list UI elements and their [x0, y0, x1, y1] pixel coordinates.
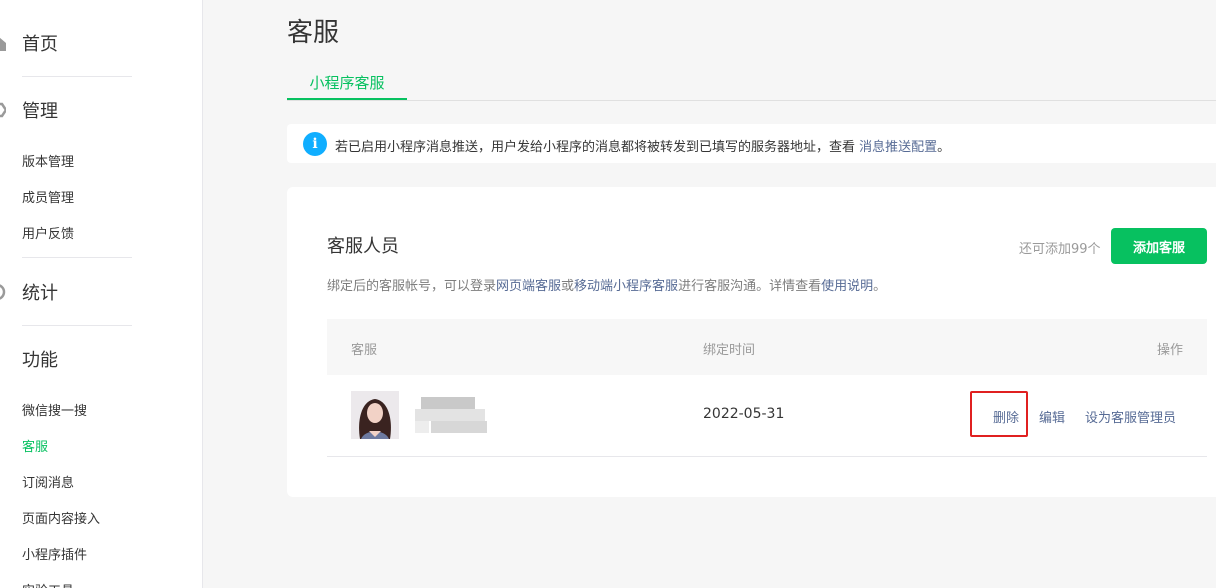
home-icon — [0, 37, 6, 51]
manage-icon — [0, 102, 6, 118]
usage-guide-link[interactable]: 使用说明 — [821, 279, 873, 294]
nav-divider — [22, 76, 132, 77]
add-service-button[interactable]: 添加客服 — [1111, 228, 1207, 264]
sidebar-item-wechat-search[interactable]: 微信搜一搜 — [22, 400, 87, 419]
sidebar-item-experiment-tools[interactable]: 实验工具 — [22, 580, 74, 588]
tab-bar: 小程序客服 — [287, 64, 1216, 101]
sidebar-item-page-content[interactable]: 页面内容接入 — [22, 508, 100, 527]
nav-category-label: 管理 — [22, 101, 58, 122]
edit-link[interactable]: 编辑 — [1039, 407, 1065, 426]
stats-icon — [0, 284, 6, 300]
table-row: 2022-05-31 删除 编辑 设为客服管理员 — [327, 375, 1207, 457]
info-icon: i — [303, 132, 327, 156]
sidebar-item-customer-service[interactable]: 客服 — [22, 436, 48, 455]
nav-divider — [22, 257, 132, 258]
delete-link[interactable]: 删除 — [993, 407, 1019, 426]
quota-text: 还可添加99个 — [1019, 242, 1101, 257]
tab-miniprogram-service[interactable]: 小程序客服 — [287, 64, 407, 100]
sidebar-item-version[interactable]: 版本管理 — [22, 151, 74, 170]
set-admin-link[interactable]: 设为客服管理员 — [1085, 407, 1176, 426]
push-config-link[interactable]: 消息推送配置 — [859, 140, 937, 155]
section-description: 绑定后的客服帐号，可以登录网页端客服或移动端小程序客服进行客服沟通。详情查看使用… — [327, 279, 887, 294]
notice-text: 若已启用小程序消息推送，用户发给小程序的消息都将被转发到已填写的服务器地址，查看… — [335, 140, 951, 155]
service-staff-card: 客服人员 还可添加99个 添加客服 绑定后的客服帐号，可以登录网页端客服或移动端… — [287, 187, 1216, 497]
blurred-name — [415, 397, 487, 435]
sidebar-item-plugins[interactable]: 小程序插件 — [22, 544, 87, 563]
nav-category-label: 首页 — [22, 34, 58, 55]
section-title: 客服人员 — [327, 236, 399, 257]
mobile-service-link[interactable]: 移动端小程序客服 — [574, 279, 678, 294]
sidebar: 首页 管理 版本管理 成员管理 用户反馈 统计 功能 微信搜一搜 客服 订阅消息… — [0, 0, 203, 588]
page-title: 客服 — [287, 18, 340, 48]
column-header-service: 客服 — [351, 343, 378, 358]
avatar — [351, 391, 399, 439]
info-notice: i 若已启用小程序消息推送，用户发给小程序的消息都将被转发到已填写的服务器地址，… — [287, 124, 1216, 163]
nav-category-label: 功能 — [22, 350, 58, 371]
web-service-link[interactable]: 网页端客服 — [496, 279, 561, 294]
nav-category-label: 统计 — [22, 283, 58, 304]
column-header-bound-time: 绑定时间 — [703, 343, 756, 358]
bound-time: 2022-05-31 — [703, 406, 785, 422]
table-header: 客服 绑定时间 操作 — [327, 319, 1207, 375]
sidebar-item-feedback[interactable]: 用户反馈 — [22, 223, 74, 242]
column-header-actions: 操作 — [1156, 343, 1183, 358]
sidebar-item-members[interactable]: 成员管理 — [22, 187, 74, 206]
features-icon — [0, 350, 6, 368]
nav-divider — [22, 325, 132, 326]
sidebar-item-subscribe-message[interactable]: 订阅消息 — [22, 472, 74, 491]
